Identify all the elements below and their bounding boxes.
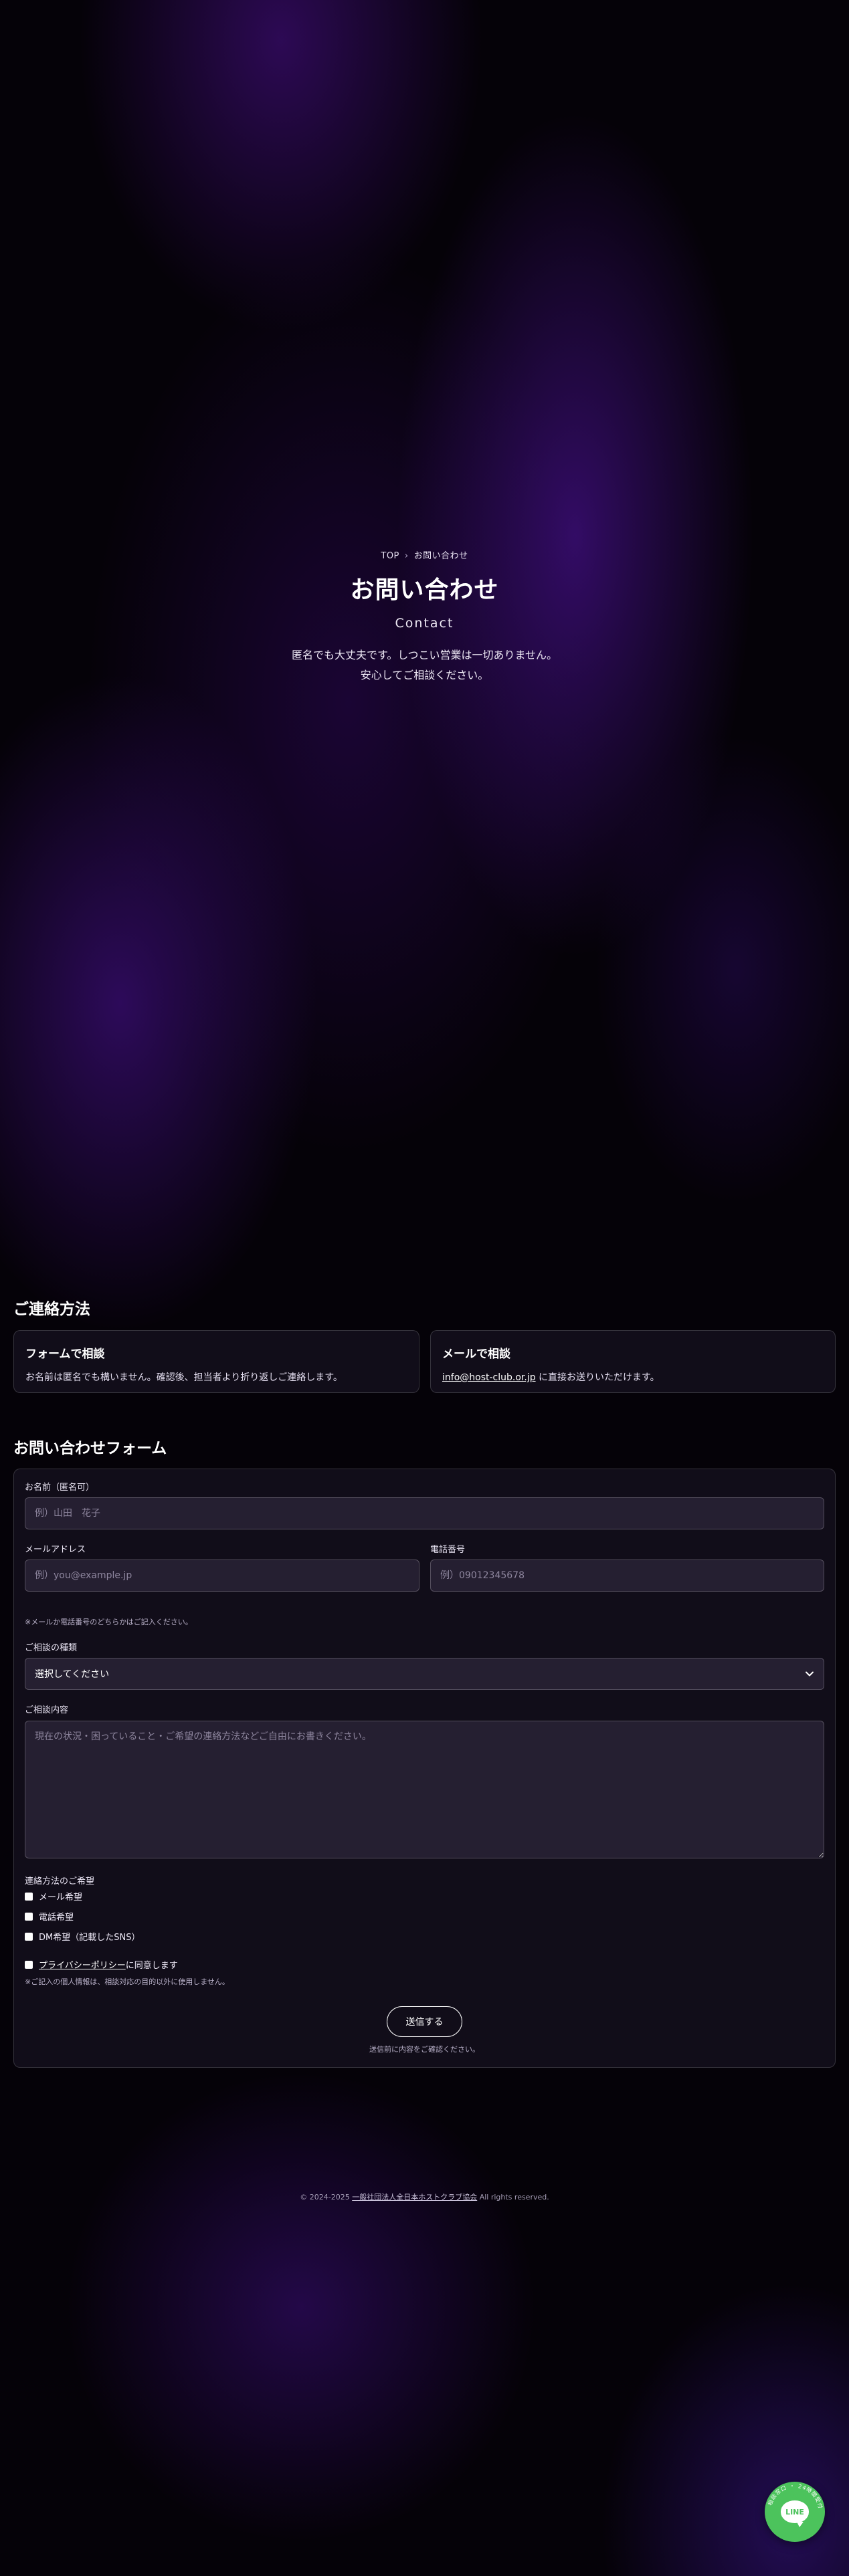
page-subtitle: Contact	[395, 616, 454, 631]
page-title: お問い合わせ	[350, 576, 499, 604]
pref-label: 連絡方法のご希望	[25, 1876, 95, 1887]
footer-rights: All rights reserved.	[477, 2193, 549, 2202]
hero: TOP › お問い合わせ お問い合わせ Contact 匿名でも大丈夫です。しつこい…	[0, 548, 849, 685]
checkbox-icon[interactable]	[25, 1892, 33, 1901]
submit-button[interactable]: 送信する	[387, 2006, 462, 2037]
method-card-form: フォームで相談 お名前は匿名でも構いません。確認後、担当者より折り返しご連絡しま…	[13, 1330, 419, 1393]
checkbox-icon[interactable]	[25, 1960, 33, 1969]
method-email-suffix: に直接お送りいただけます。	[535, 1372, 660, 1383]
method-email-title: メールで相談	[442, 1348, 510, 1361]
phone-input[interactable]	[430, 1560, 824, 1592]
email-input[interactable]	[25, 1560, 419, 1592]
privacy-note: ※ご記入の個人情報は、相談対応の目的以外に使用しません。	[25, 1977, 229, 1986]
name-label: お名前（匿名可）	[25, 1483, 95, 1493]
phone-label: 電話番号	[430, 1545, 466, 1555]
chevron-down-icon	[805, 1669, 814, 1679]
method-email-text: info@host-club.or.jp に直接お送りいただけます。	[442, 1370, 824, 1384]
type-select-value: 選択してください	[35, 1669, 110, 1680]
footer: © 2024-2025 一般社団法人全日本ホストクラブ協会 All rights…	[0, 2191, 849, 2202]
method-form-text: お名前は匿名でも構いません。確認後、担当者より折り返しご連絡します。	[25, 1372, 343, 1383]
breadcrumb-current: お問い合わせ	[413, 551, 468, 561]
submit-note: 送信前に内容をご確認ください。	[369, 2045, 480, 2054]
pref-option-email-label: メール希望	[39, 1893, 83, 1903]
email-label: メールアドレス	[25, 1545, 86, 1555]
message-textarea[interactable]	[25, 1721, 824, 1858]
privacy-agree[interactable]: プライバシーポリシー に同意します	[25, 1958, 178, 1971]
hero-lead: 匿名でも大丈夫です。しつこい営業は一切ありません。 安心してご相談ください。	[0, 645, 849, 685]
contact-note: ※メールか電話番号のどちらかはご記入ください。	[25, 1618, 193, 1626]
pref-option-phone[interactable]: 電話希望	[25, 1910, 74, 1923]
line-contact-button[interactable]: 相談窓口 ・ 24時間受付 LINE	[765, 2482, 825, 2542]
type-label: ご相談の種類	[25, 1643, 78, 1653]
breadcrumb-separator: ›	[404, 551, 409, 561]
line-bubble-tail	[797, 2522, 804, 2527]
email-address-link[interactable]: info@host-club.or.jp	[442, 1372, 536, 1383]
message-label: ご相談内容	[25, 1705, 69, 1715]
footer-copyright: © 2024-2025	[300, 2193, 353, 2202]
footer-org-link[interactable]: 一般社団法人全日本ホストクラブ協会	[352, 2193, 477, 2202]
checkbox-icon[interactable]	[25, 1932, 33, 1941]
background-gradient	[0, 0, 849, 2576]
privacy-agree-suffix: に同意します	[125, 1961, 178, 1971]
line-logo-icon: LINE	[781, 2500, 809, 2527]
method-card-email: メールで相談 info@host-club.or.jp に直接お送りいただけます…	[430, 1330, 836, 1393]
pref-option-dm-label: DM希望（記載したSNS）	[39, 1933, 140, 1943]
name-input[interactable]	[25, 1497, 824, 1529]
pref-option-dm[interactable]: DM希望（記載したSNS）	[25, 1930, 140, 1943]
breadcrumb: TOP › お問い合わせ	[0, 548, 849, 561]
pref-option-phone-label: 電話希望	[39, 1913, 74, 1923]
type-select[interactable]: 選択してください	[25, 1658, 824, 1690]
checkbox-icon[interactable]	[25, 1912, 33, 1921]
hero-lead-line2: 安心してご相談ください。	[360, 669, 489, 681]
breadcrumb-home-link[interactable]: TOP	[381, 551, 399, 561]
privacy-policy-link[interactable]: プライバシーポリシー	[39, 1958, 126, 1971]
methods-section-title: ご連絡方法	[13, 1301, 90, 1318]
pref-option-email[interactable]: メール希望	[25, 1890, 82, 1903]
form-section-title: お問い合わせフォーム	[13, 1440, 167, 1457]
method-form-title: フォームで相談	[25, 1348, 105, 1361]
line-logo-text: LINE	[785, 2507, 804, 2516]
hero-lead-line1: 匿名でも大丈夫です。しつこい営業は一切ありません。	[292, 649, 557, 661]
